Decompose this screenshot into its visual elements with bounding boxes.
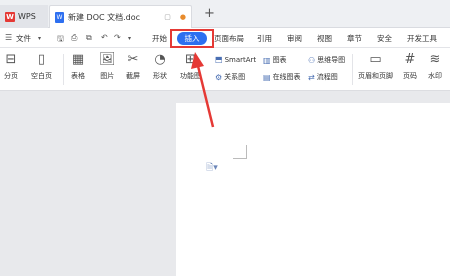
save-icon[interactable]: 🖫 [57,33,64,47]
function-chart-icon: ⊞ [185,52,196,67]
page-number-icon: # [404,52,416,67]
page-break-button[interactable]: ⊟ 分页 [4,52,18,81]
page-break-icon: ⊟ [5,52,17,67]
page-number-label: 页码 [403,72,417,80]
tab-review[interactable]: 审阅 [287,33,302,44]
tab-view[interactable]: 视图 [317,33,332,44]
table-label: 表格 [71,72,85,80]
title-bar: W WPS W 新建 DOC 文档.doc ▢ ● + [0,0,450,28]
chart-icon: ▥ [263,55,271,65]
tab-page-layout[interactable]: 页面布局 [214,33,244,44]
tab-wps-label: WPS [18,12,36,21]
screenshot-button[interactable]: ✂ 截屏 [126,52,140,81]
online-chart-label: 在线图表 [272,73,301,81]
scissors-icon: ✂ [127,52,139,67]
new-tab-button[interactable]: + [204,7,215,20]
smartart-label: SmartArt [224,55,257,64]
margin-corner-mark [233,145,247,159]
chart-label: 图表 [272,56,287,64]
tab-pin-icon[interactable]: ▢ [164,13,171,21]
header-footer-label: 页眉和页脚 [358,72,393,80]
header-footer-icon: ▭ [369,52,382,67]
smartart-button[interactable]: ⬒ SmartArt [215,55,256,64]
function-chart-button[interactable]: ⊞ 功能图 [180,52,201,81]
shape-icon: ◔ [154,52,166,67]
relation-chart-label: 关系图 [224,73,246,81]
insert-ribbon: ⊟ 分页 ▯ 空白页 ▦ 表格 🖼 图片 ✂ 截屏 ◔ 形状 ⊞ 功能图 ⬒ S… [0,48,450,91]
mind-map-icon: ⚇ [308,55,316,65]
relation-chart-icon: ⚙ [215,72,223,82]
watermark-label: 水印 [428,72,442,80]
tab-references[interactable]: 引用 [257,33,272,44]
paste-options-icon[interactable]: 🗎▾ [206,160,218,176]
watermark-button[interactable]: ≋ 水印 [428,52,442,81]
tab-unsaved-dot-icon[interactable]: ● [180,13,186,21]
relation-chart-button[interactable]: ⚙ 关系图 [215,72,245,82]
mind-map-button[interactable]: ⚇ 思维导图 [308,55,345,65]
blank-page-icon: ▯ [37,52,46,67]
document-canvas[interactable] [0,91,450,276]
page-number-button[interactable]: # 页码 [403,52,417,81]
hamburger-menu-icon[interactable]: ☰ [5,33,12,42]
flowchart-icon: ⇄ [308,72,315,82]
file-menu[interactable]: 文件 [16,33,31,44]
shape-label: 形状 [153,72,167,80]
wps-logo-icon: W [5,11,15,22]
quick-access-dropdown-icon[interactable]: ▾ [128,35,131,42]
online-chart-icon: ▤ [263,72,271,82]
insert-tab-highlight-box [170,29,214,48]
screenshot-label: 截屏 [126,72,140,80]
blank-page-label: 空白页 [31,72,52,80]
page-break-label: 分页 [4,72,18,80]
flowchart-label: 流程图 [316,73,338,81]
picture-label: 图片 [100,72,115,80]
tab-document[interactable]: W 新建 DOC 文档.doc ▢ ● [49,5,192,28]
mind-map-label: 思维导图 [317,56,346,64]
menu-bar: ☰ 文件 ▾ 🖫 ⎙ ⧉ ↶ ↷ ▾ 开始 插入 页面布局 引用 审阅 视图 章… [0,28,450,48]
tab-chapter[interactable]: 章节 [347,33,362,44]
chart-button[interactable]: ▥ 图表 [263,55,287,65]
online-chart-button[interactable]: ▤ 在线图表 [263,72,301,82]
picture-icon: 🖼 [99,52,116,67]
table-icon: ▦ [71,52,85,67]
header-footer-button[interactable]: ▭ 页眉和页脚 [358,52,393,81]
tab-wps[interactable]: W WPS [0,5,48,28]
undo-icon[interactable]: ↶ [101,33,108,42]
ribbon-divider [352,54,353,85]
smartart-icon: ⬒ [215,55,223,64]
shape-button[interactable]: ◔ 形状 [153,52,167,81]
watermark-icon: ≋ [429,52,441,67]
tab-home[interactable]: 开始 [152,33,167,44]
tab-security[interactable]: 安全 [377,33,392,44]
function-chart-label: 功能图 [180,72,201,80]
print-icon[interactable]: ⎙ [71,33,77,43]
table-button[interactable]: ▦ 表格 [71,52,85,81]
redo-icon[interactable]: ↷ [114,33,121,42]
ribbon-divider [63,54,64,85]
document-page[interactable] [176,103,450,276]
file-dropdown-icon[interactable]: ▾ [38,35,41,42]
flowchart-button[interactable]: ⇄ 流程图 [308,72,338,82]
picture-button[interactable]: 🖼 图片 [99,52,116,81]
export-icon[interactable]: ⧉ [86,33,92,43]
blank-page-button[interactable]: ▯ 空白页 [31,52,52,81]
doc-file-icon: W [55,11,64,23]
tab-developer-tools[interactable]: 开发工具 [407,33,437,44]
tab-document-label: 新建 DOC 文档.doc [68,12,141,22]
